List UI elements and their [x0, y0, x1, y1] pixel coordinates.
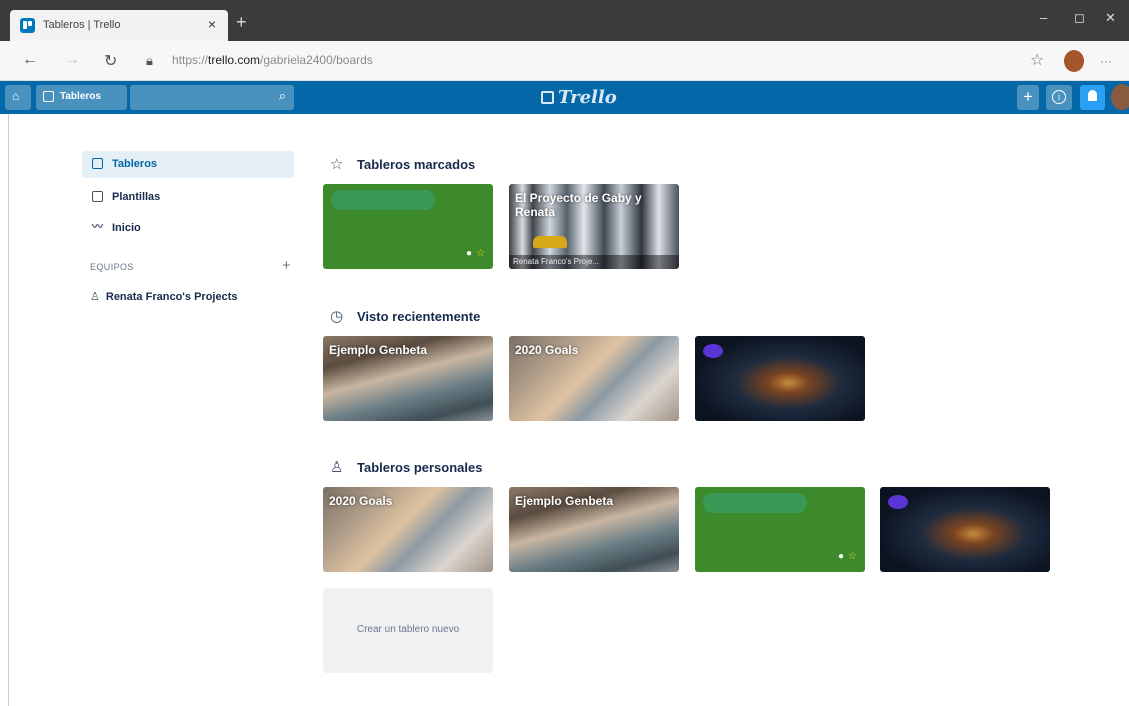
home-button[interactable]: ⌂ [5, 85, 31, 110]
board-title-redacted [331, 190, 435, 210]
team-name: Renata Franco's Projects [105, 291, 238, 303]
logo-text: Trello [558, 87, 617, 108]
board-title: Ejemplo Genbeta [515, 494, 614, 508]
section-title-recent: ◷ Visto recientemente [330, 307, 480, 325]
board-tile[interactable] [695, 336, 865, 421]
starred-icon[interactable]: ☆ [848, 551, 857, 562]
board-tile[interactable]: 2020 Goals [509, 336, 679, 421]
sidebar-item-label: Plantillas [112, 191, 161, 203]
minimize-button[interactable]: – [1040, 10, 1047, 25]
board-icon [43, 91, 54, 102]
team-icon: ♙ [90, 291, 100, 303]
board-title: El Proyecto de Gaby y Renata [515, 191, 642, 219]
board-tile[interactable]: Ejemplo Genbeta [323, 336, 493, 421]
profile-avatar[interactable] [1064, 50, 1084, 72]
board-title: 2020 Goals [515, 343, 579, 357]
favorite-star-icon[interactable]: ☆ [1030, 50, 1044, 70]
teams-heading: EQUIPOS [90, 262, 134, 272]
board-tile[interactable]: ● ☆ [695, 487, 865, 572]
board-tile-indicators: ● ☆ [466, 248, 485, 259]
create-board-button[interactable]: Crear un tablero nuevo [323, 588, 493, 673]
lock-icon: 🔒︎ [146, 53, 153, 68]
sidebar-item-label: Inicio [112, 222, 141, 234]
board-title: Ejemplo Genbeta [329, 343, 428, 357]
clock-icon: ◷ [330, 308, 344, 325]
sidebar-item-tableros[interactable]: Tableros [82, 151, 294, 178]
browser-tab[interactable]: Tableros | Trello × [10, 10, 228, 41]
section-title-personal: ♙ Tableros personales [330, 458, 482, 476]
board-title: 2020 Goals [329, 494, 393, 508]
forward-arrow-icon[interactable]: → [64, 51, 80, 69]
board-icon [92, 158, 103, 169]
sidebar-team-item[interactable]: ♙ Renata Franco's Projects [90, 290, 237, 303]
sidebar-item-plantillas[interactable]: Plantillas [82, 184, 294, 211]
sidebar-item-inicio[interactable]: 〰 Inicio [82, 215, 294, 242]
board-tile[interactable]: Ejemplo Genbeta [509, 487, 679, 572]
home-icon: ⌂ [12, 89, 20, 103]
unread-dot-icon: ● [465, 248, 473, 259]
info-icon: i [1052, 90, 1066, 104]
search-input[interactable]: ⌕ [130, 85, 294, 110]
trello-logo[interactable]: Trello [541, 87, 617, 108]
url-path: /gabriela2400/boards [260, 53, 373, 67]
create-board-label: Crear un tablero nuevo [356, 624, 460, 635]
unread-dot-icon: ● [837, 551, 845, 562]
board-tile-indicators: ● ☆ [838, 551, 857, 562]
window-border [8, 114, 9, 706]
trello-header: ⌂ Tableros ⌕ Trello + i [0, 81, 1129, 114]
board-title-redacted [703, 493, 807, 513]
board-tile[interactable]: 2020 Goals [323, 487, 493, 572]
activity-icon: 〰 [92, 221, 103, 233]
section-title-text: Tableros marcados [357, 157, 476, 172]
board-title-redacted [703, 344, 723, 358]
board-team-label: Renata Franco's Proje... [509, 255, 679, 269]
board-tile[interactable]: El Proyecto de Gaby y Renata Renata Fran… [509, 184, 679, 269]
template-icon [92, 191, 103, 202]
notifications-button[interactable] [1080, 85, 1105, 110]
board-title-redacted [888, 495, 908, 509]
trello-favicon-icon [20, 18, 35, 33]
tab-close-icon[interactable]: × [208, 16, 216, 32]
board-background-car [533, 236, 567, 248]
boards-button-label: Tableros [60, 91, 101, 102]
url-domain: trello.com [208, 53, 261, 67]
more-menu-icon[interactable]: ··· [1100, 54, 1112, 68]
star-icon: ☆ [330, 156, 344, 173]
tab-title: Tableros | Trello [43, 19, 121, 31]
address-bar: ← → ↻ 🔒︎ https://trello.com/gabriela2400… [0, 41, 1129, 81]
starred-icon[interactable]: ☆ [476, 248, 485, 259]
board-tile[interactable] [880, 487, 1050, 572]
url-prefix: https:// [172, 53, 209, 67]
section-title-text: Tableros personales [357, 460, 483, 475]
close-window-button[interactable]: ✕ [1105, 10, 1116, 26]
refresh-icon[interactable]: ↻ [104, 51, 117, 71]
section-title-text: Visto recientemente [357, 309, 481, 324]
person-icon: ♙ [330, 459, 344, 476]
add-button[interactable]: + [1017, 85, 1039, 110]
info-button[interactable]: i [1046, 85, 1072, 110]
trello-logo-icon [541, 91, 554, 104]
add-team-button[interactable]: + [282, 257, 291, 274]
boards-button[interactable]: Tableros [36, 85, 127, 110]
maximize-button[interactable]: ◻ [1074, 10, 1085, 26]
sidebar-item-label: Tableros [112, 158, 158, 170]
user-avatar[interactable] [1111, 84, 1129, 110]
browser-tab-bar: Tableros | Trello × + – ◻ ✕ [0, 0, 1129, 41]
bell-icon [1088, 90, 1097, 101]
search-icon: ⌕ [278, 88, 286, 103]
board-tile[interactable]: ● ☆ [323, 184, 493, 269]
back-arrow-icon[interactable]: ← [22, 51, 38, 69]
url-field[interactable]: https://trello.com/gabriela2400/boards [172, 53, 373, 67]
section-title-starred: ☆ Tableros marcados [330, 155, 475, 173]
new-tab-button[interactable]: + [236, 12, 247, 33]
